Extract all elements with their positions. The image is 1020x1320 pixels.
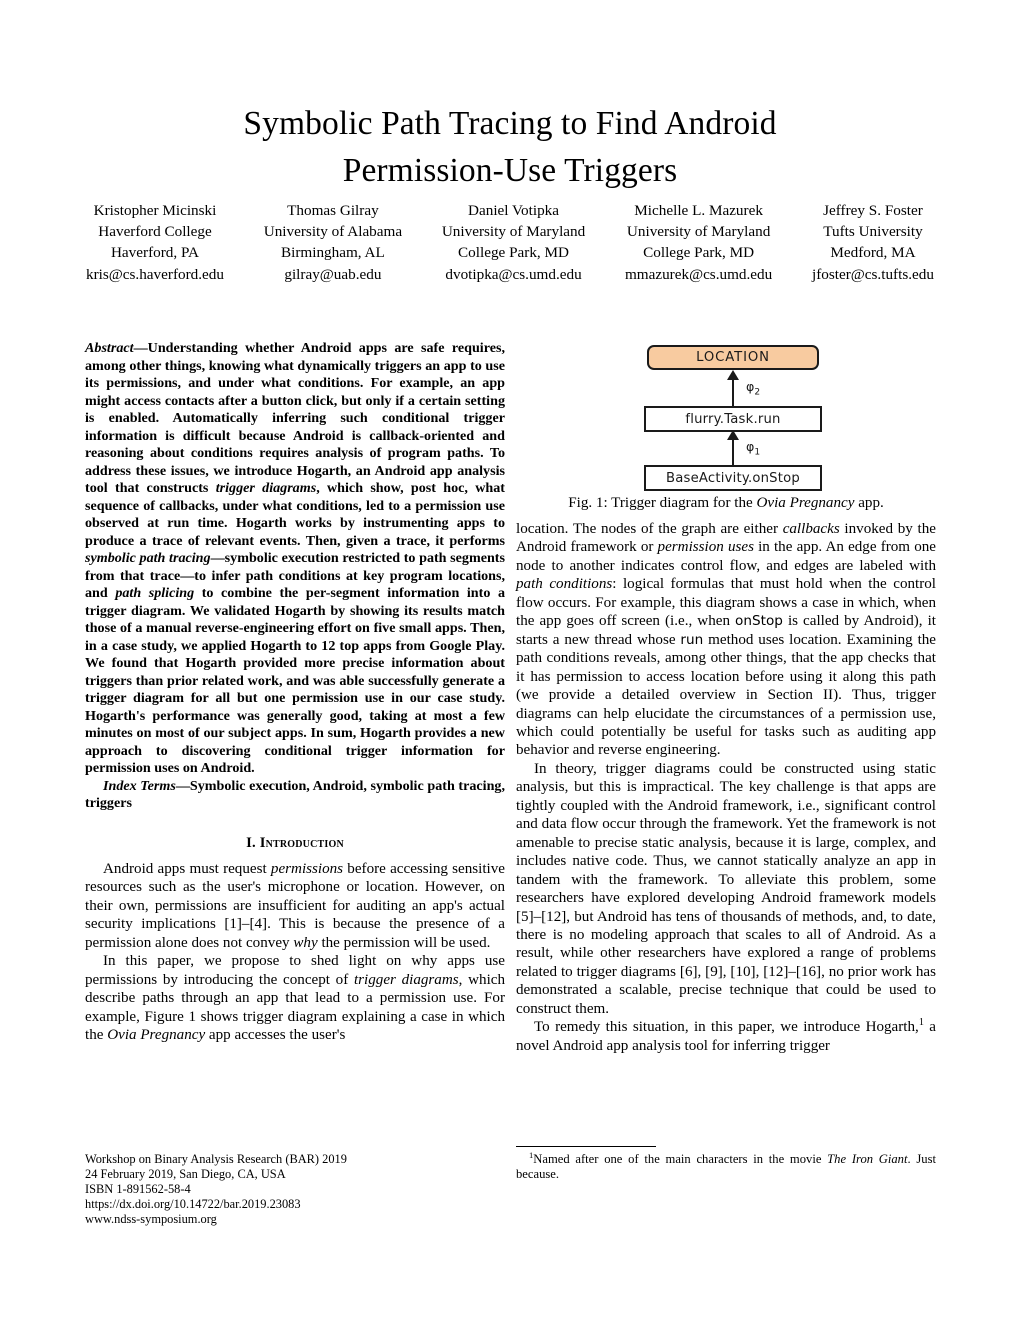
figure-caption: Fig. 1: Trigger diagram for the Ovia Pre…	[516, 494, 936, 513]
author-location: Haverford, PA	[110, 244, 199, 262]
index-terms-label: Index Terms	[103, 777, 176, 794]
author-block: Daniel Votipka University of Maryland Co…	[442, 200, 585, 285]
abstract-dash: —	[133, 340, 148, 356]
author-affiliation: University of Maryland	[441, 223, 586, 241]
term-ovia-pregnancy: Ovia Pregnancy	[107, 1027, 206, 1044]
author-location: College Park, MD	[643, 244, 755, 262]
author-affiliation: University of Maryland	[626, 223, 771, 241]
author-email: jfoster@cs.tufts.edu	[812, 265, 934, 283]
footnote: 1Named after one of the main characters …	[516, 1151, 936, 1183]
author-location: College Park, MD	[458, 244, 569, 262]
publication-info: Workshop on Binary Analysis Research (BA…	[85, 1152, 505, 1227]
author-location: Birmingham, AL	[281, 244, 385, 262]
author-location: Medford, MA	[830, 244, 916, 262]
right-column: location. The nodes of the graph are eit…	[516, 520, 936, 1055]
publication-info-line: Workshop on Binary Analysis Research (BA…	[85, 1152, 347, 1166]
abstract-term-trigger-diagrams: trigger diagrams	[215, 480, 317, 496]
author-block: Jeffrey S. Foster Tufts University Medfo…	[812, 200, 934, 285]
author-block: Kristopher Micinski Haverford College Ha…	[86, 200, 224, 285]
diagram-node-on-stop: BaseActivity.onStop	[644, 465, 822, 491]
abstract-term-symbolic-path-tracing: symbolic path tracing	[85, 550, 211, 566]
footnote-reference: 1	[918, 1017, 924, 1029]
term-path-conditions: path conditions	[516, 576, 613, 593]
abstract: Abstract—Understanding whether Android a…	[85, 340, 505, 776]
author-affiliation: University of Alabama	[263, 223, 403, 241]
trigger-diagram: LOCATION φ2 flurry.Task.run φ1 BaseActiv…	[516, 335, 936, 491]
index-terms-dash: —	[175, 777, 190, 794]
code-run: run	[680, 631, 704, 648]
diagram-node-task-run: flurry.Task.run	[644, 406, 822, 432]
author-name: Daniel Votipka	[468, 202, 560, 219]
diagram-edge-phi2	[732, 378, 735, 406]
publication-info-line: 24 February 2019, San Diego, CA, USA	[85, 1167, 286, 1182]
author-name: Thomas Gilray	[287, 202, 379, 219]
abstract-label: Abstract	[85, 340, 134, 356]
footnote-movie-title: The Iron Giant	[827, 1152, 908, 1166]
code-on-stop: onStop	[735, 613, 783, 630]
author-affiliation: Haverford College	[98, 223, 212, 241]
figure-caption-app-name: Ovia Pregnancy	[756, 495, 855, 511]
diagram-edge-label-phi1: φ1	[746, 439, 760, 458]
paper-page: Symbolic Path Tracing to Find Android Pe…	[0, 0, 1020, 1320]
diagram-node-location: LOCATION	[647, 345, 819, 370]
author-name: Michelle L. Mazurek	[634, 202, 763, 219]
diagram-node-on-stop-label: BaseActivity.onStop	[666, 470, 800, 486]
abstract-text: Understanding whether Android apps are s…	[85, 340, 505, 496]
diagram-edge-phi1	[732, 438, 735, 465]
figure-caption-suffix: app.	[854, 495, 884, 511]
section-number: I.	[246, 834, 256, 851]
footnote-separator	[516, 1146, 656, 1147]
term-why: why	[293, 934, 318, 951]
author-affiliation: Tufts University	[823, 223, 923, 241]
section-heading-introduction: I. Introduction	[85, 834, 505, 852]
publication-doi-link[interactable]: https://dx.doi.org/10.14722/bar.2019.230…	[85, 1197, 505, 1212]
body-paragraph: To remedy this situation, in this paper,…	[516, 1017, 936, 1054]
diagram-node-task-run-label: flurry.Task.run	[685, 411, 781, 427]
author-name: Kristopher Micinski	[93, 202, 217, 219]
title-line-1: Symbolic Path Tracing to Find Android	[243, 105, 777, 143]
body-paragraph: Android apps must request permissions be…	[85, 860, 505, 951]
edge-label-subscript: 2	[754, 387, 761, 398]
author-block: Michelle L. Mazurek University of Maryla…	[625, 200, 772, 285]
section-title: Introduction	[259, 834, 344, 851]
figure-caption-prefix: Fig. 1: Trigger diagram for the	[568, 495, 757, 511]
author-list: Kristopher Micinski Haverford College Ha…	[86, 200, 934, 285]
author-email: gilray@uab.edu	[284, 265, 382, 283]
term-permissions: permissions	[270, 860, 344, 877]
edge-label-subscript: 1	[754, 447, 761, 458]
body-paragraph: location. The nodes of the graph are eit…	[516, 521, 937, 759]
author-email: kris@cs.haverford.edu	[86, 265, 224, 283]
author-block: Thomas Gilray University of Alabama Birm…	[264, 200, 402, 285]
title-line-2: Permission-Use Triggers	[342, 152, 678, 190]
page-title: Symbolic Path Tracing to Find Android Pe…	[110, 100, 910, 194]
term-trigger-diagrams: trigger diagrams	[353, 971, 459, 988]
author-email: mmazurek@cs.umd.edu	[624, 265, 773, 283]
term-callbacks: callbacks	[782, 521, 840, 537]
author-email: dvotipka@cs.umd.edu	[445, 265, 582, 283]
body-paragraph: In this paper, we propose to shed light …	[85, 953, 506, 1044]
left-column: Abstract—Understanding whether Android a…	[85, 340, 505, 1044]
body-paragraph: In theory, trigger diagrams could be con…	[516, 760, 936, 1017]
footnote-text-before: Named after one of the main characters i…	[533, 1152, 828, 1166]
diagram-node-location-label: LOCATION	[696, 350, 770, 365]
index-terms: Index Terms—Symbolic execution, Android,…	[85, 778, 505, 813]
figure-1: LOCATION φ2 flurry.Task.run φ1 BaseActiv…	[516, 335, 936, 513]
author-name: Jeffrey S. Foster	[823, 202, 923, 219]
publication-website-link[interactable]: www.ndss-symposium.org	[85, 1212, 505, 1227]
term-permission-uses: permission uses	[657, 539, 754, 556]
publication-info-line: ISBN 1-891562-58-4	[85, 1182, 191, 1197]
diagram-edge-label-phi2: φ2	[746, 379, 760, 398]
abstract-term-path-splicing: path splicing	[115, 585, 195, 601]
